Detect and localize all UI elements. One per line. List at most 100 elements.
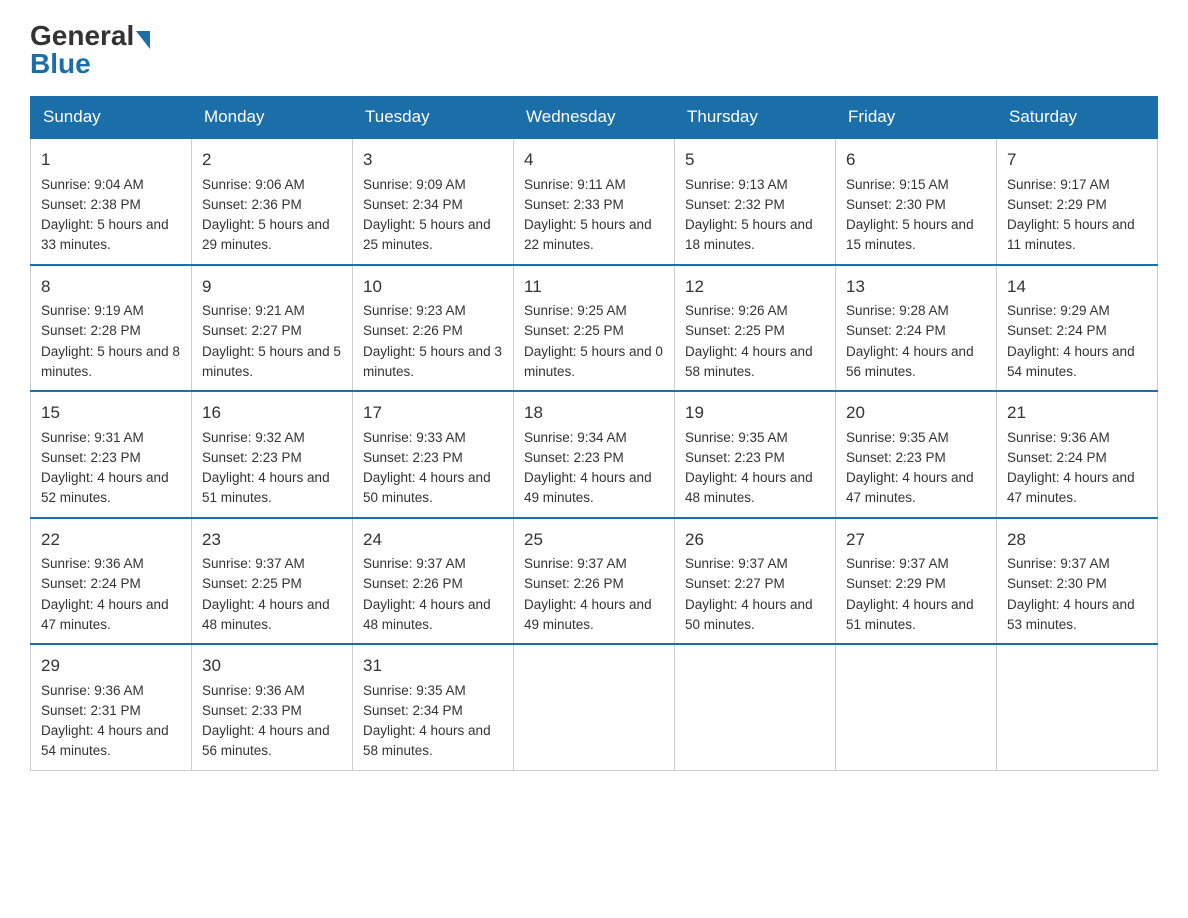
sunset-text: Sunset: 2:33 PM xyxy=(202,703,302,718)
header-cell-sunday: Sunday xyxy=(31,97,192,139)
daylight-text: Daylight: 4 hours and 47 minutes. xyxy=(846,470,974,505)
day-number: 7 xyxy=(1007,147,1147,173)
day-number: 26 xyxy=(685,527,825,553)
daylight-text: Daylight: 4 hours and 50 minutes. xyxy=(363,470,491,505)
calendar-cell: 7 Sunrise: 9:17 AM Sunset: 2:29 PM Dayli… xyxy=(997,138,1158,265)
day-number: 12 xyxy=(685,274,825,300)
calendar-cell xyxy=(997,644,1158,770)
sunset-text: Sunset: 2:23 PM xyxy=(524,450,624,465)
sunset-text: Sunset: 2:25 PM xyxy=(202,576,302,591)
sunset-text: Sunset: 2:29 PM xyxy=(846,576,946,591)
sunrise-text: Sunrise: 9:37 AM xyxy=(685,556,788,571)
sunrise-text: Sunrise: 9:17 AM xyxy=(1007,177,1110,192)
header-row: SundayMondayTuesdayWednesdayThursdayFrid… xyxy=(31,97,1158,139)
daylight-text: Daylight: 5 hours and 0 minutes. xyxy=(524,344,663,379)
sunset-text: Sunset: 2:38 PM xyxy=(41,197,141,212)
day-number: 5 xyxy=(685,147,825,173)
day-number: 27 xyxy=(846,527,986,553)
day-number: 20 xyxy=(846,400,986,426)
sunrise-text: Sunrise: 9:34 AM xyxy=(524,430,627,445)
day-number: 16 xyxy=(202,400,342,426)
daylight-text: Daylight: 4 hours and 58 minutes. xyxy=(685,344,813,379)
calendar-cell: 9 Sunrise: 9:21 AM Sunset: 2:27 PM Dayli… xyxy=(192,265,353,392)
calendar-cell xyxy=(675,644,836,770)
calendar-cell: 30 Sunrise: 9:36 AM Sunset: 2:33 PM Dayl… xyxy=(192,644,353,770)
day-number: 3 xyxy=(363,147,503,173)
sunrise-text: Sunrise: 9:06 AM xyxy=(202,177,305,192)
calendar-cell: 23 Sunrise: 9:37 AM Sunset: 2:25 PM Dayl… xyxy=(192,518,353,645)
daylight-text: Daylight: 4 hours and 52 minutes. xyxy=(41,470,169,505)
calendar-week-5: 29 Sunrise: 9:36 AM Sunset: 2:31 PM Dayl… xyxy=(31,644,1158,770)
calendar-cell: 29 Sunrise: 9:36 AM Sunset: 2:31 PM Dayl… xyxy=(31,644,192,770)
calendar-cell: 28 Sunrise: 9:37 AM Sunset: 2:30 PM Dayl… xyxy=(997,518,1158,645)
day-number: 9 xyxy=(202,274,342,300)
calendar-cell: 26 Sunrise: 9:37 AM Sunset: 2:27 PM Dayl… xyxy=(675,518,836,645)
sunset-text: Sunset: 2:26 PM xyxy=(363,323,463,338)
calendar-week-3: 15 Sunrise: 9:31 AM Sunset: 2:23 PM Dayl… xyxy=(31,391,1158,518)
calendar-week-1: 1 Sunrise: 9:04 AM Sunset: 2:38 PM Dayli… xyxy=(31,138,1158,265)
sunrise-text: Sunrise: 9:37 AM xyxy=(524,556,627,571)
daylight-text: Daylight: 4 hours and 48 minutes. xyxy=(363,597,491,632)
sunrise-text: Sunrise: 9:19 AM xyxy=(41,303,144,318)
sunset-text: Sunset: 2:24 PM xyxy=(1007,323,1107,338)
sunrise-text: Sunrise: 9:35 AM xyxy=(685,430,788,445)
day-number: 22 xyxy=(41,527,181,553)
day-number: 30 xyxy=(202,653,342,679)
sunset-text: Sunset: 2:29 PM xyxy=(1007,197,1107,212)
sunset-text: Sunset: 2:27 PM xyxy=(202,323,302,338)
calendar-cell: 11 Sunrise: 9:25 AM Sunset: 2:25 PM Dayl… xyxy=(514,265,675,392)
sunset-text: Sunset: 2:23 PM xyxy=(202,450,302,465)
sunset-text: Sunset: 2:36 PM xyxy=(202,197,302,212)
calendar-cell: 15 Sunrise: 9:31 AM Sunset: 2:23 PM Dayl… xyxy=(31,391,192,518)
daylight-text: Daylight: 4 hours and 51 minutes. xyxy=(846,597,974,632)
calendar-cell: 12 Sunrise: 9:26 AM Sunset: 2:25 PM Dayl… xyxy=(675,265,836,392)
sunrise-text: Sunrise: 9:37 AM xyxy=(846,556,949,571)
sunrise-text: Sunrise: 9:35 AM xyxy=(846,430,949,445)
day-number: 1 xyxy=(41,147,181,173)
sunrise-text: Sunrise: 9:09 AM xyxy=(363,177,466,192)
day-number: 24 xyxy=(363,527,503,553)
sunset-text: Sunset: 2:34 PM xyxy=(363,197,463,212)
sunrise-text: Sunrise: 9:32 AM xyxy=(202,430,305,445)
sunrise-text: Sunrise: 9:37 AM xyxy=(202,556,305,571)
daylight-text: Daylight: 4 hours and 56 minutes. xyxy=(846,344,974,379)
day-number: 15 xyxy=(41,400,181,426)
sunrise-text: Sunrise: 9:37 AM xyxy=(1007,556,1110,571)
calendar-week-2: 8 Sunrise: 9:19 AM Sunset: 2:28 PM Dayli… xyxy=(31,265,1158,392)
sunset-text: Sunset: 2:30 PM xyxy=(1007,576,1107,591)
calendar-header: SundayMondayTuesdayWednesdayThursdayFrid… xyxy=(31,97,1158,139)
day-number: 23 xyxy=(202,527,342,553)
daylight-text: Daylight: 5 hours and 3 minutes. xyxy=(363,344,502,379)
sunset-text: Sunset: 2:26 PM xyxy=(524,576,624,591)
sunset-text: Sunset: 2:33 PM xyxy=(524,197,624,212)
daylight-text: Daylight: 4 hours and 50 minutes. xyxy=(685,597,813,632)
sunset-text: Sunset: 2:30 PM xyxy=(846,197,946,212)
sunrise-text: Sunrise: 9:36 AM xyxy=(41,556,144,571)
day-number: 21 xyxy=(1007,400,1147,426)
day-number: 18 xyxy=(524,400,664,426)
header-cell-friday: Friday xyxy=(836,97,997,139)
sunset-text: Sunset: 2:24 PM xyxy=(1007,450,1107,465)
daylight-text: Daylight: 4 hours and 49 minutes. xyxy=(524,470,652,505)
daylight-text: Daylight: 5 hours and 5 minutes. xyxy=(202,344,341,379)
calendar-cell: 31 Sunrise: 9:35 AM Sunset: 2:34 PM Dayl… xyxy=(353,644,514,770)
sunset-text: Sunset: 2:28 PM xyxy=(41,323,141,338)
sunrise-text: Sunrise: 9:15 AM xyxy=(846,177,949,192)
calendar-cell: 1 Sunrise: 9:04 AM Sunset: 2:38 PM Dayli… xyxy=(31,138,192,265)
calendar-week-4: 22 Sunrise: 9:36 AM Sunset: 2:24 PM Dayl… xyxy=(31,518,1158,645)
daylight-text: Daylight: 4 hours and 53 minutes. xyxy=(1007,597,1135,632)
day-number: 28 xyxy=(1007,527,1147,553)
calendar-cell xyxy=(514,644,675,770)
calendar-cell xyxy=(836,644,997,770)
calendar-cell: 5 Sunrise: 9:13 AM Sunset: 2:32 PM Dayli… xyxy=(675,138,836,265)
daylight-text: Daylight: 5 hours and 15 minutes. xyxy=(846,217,974,252)
sunset-text: Sunset: 2:31 PM xyxy=(41,703,141,718)
day-number: 19 xyxy=(685,400,825,426)
calendar-cell: 10 Sunrise: 9:23 AM Sunset: 2:26 PM Dayl… xyxy=(353,265,514,392)
sunset-text: Sunset: 2:25 PM xyxy=(524,323,624,338)
logo: General Blue xyxy=(30,20,152,80)
sunset-text: Sunset: 2:23 PM xyxy=(846,450,946,465)
calendar-cell: 2 Sunrise: 9:06 AM Sunset: 2:36 PM Dayli… xyxy=(192,138,353,265)
header-cell-saturday: Saturday xyxy=(997,97,1158,139)
day-number: 11 xyxy=(524,274,664,300)
